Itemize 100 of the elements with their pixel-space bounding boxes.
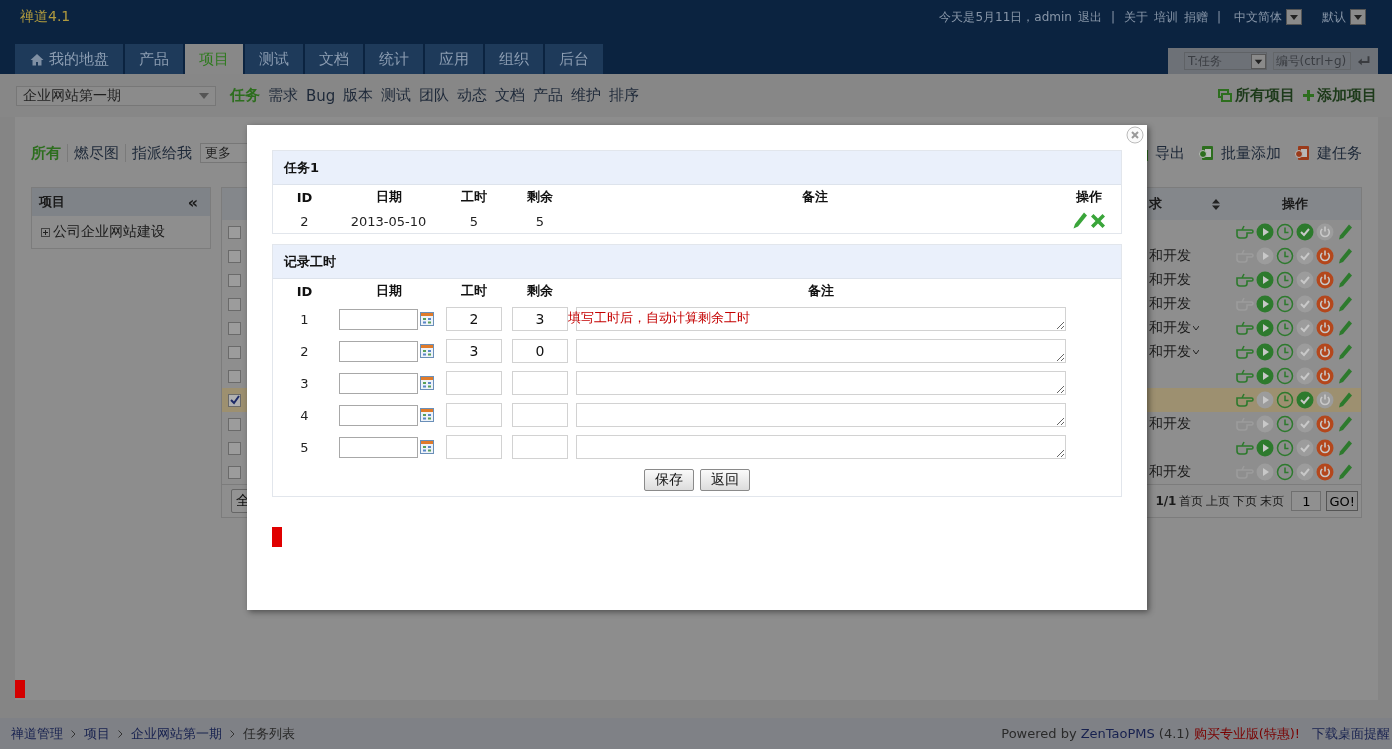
nav-tab[interactable]: 文档 (305, 44, 363, 74)
nav-tab[interactable]: 后台 (545, 44, 603, 74)
date-field[interactable] (339, 308, 418, 330)
note-field[interactable] (576, 435, 1066, 459)
delete-icon[interactable] (1090, 213, 1106, 229)
remaining-field[interactable] (512, 403, 568, 427)
hand-icon[interactable] (1236, 271, 1254, 289)
power-icon[interactable] (1316, 367, 1334, 385)
hand-icon[interactable] (1236, 319, 1254, 337)
play-icon[interactable] (1256, 271, 1274, 289)
header-link[interactable]: 培训 (1153, 8, 1178, 26)
task-action-link[interactable]: 批量添加 (1221, 143, 1281, 163)
buy-link[interactable]: 购买专业版(特惠)! (1193, 724, 1300, 743)
expand-toggle-icon[interactable] (41, 227, 50, 237)
clock-icon[interactable] (1276, 247, 1294, 265)
pencil-icon[interactable] (1336, 343, 1354, 361)
clock-icon[interactable] (1276, 415, 1294, 433)
sort-icon[interactable] (1212, 198, 1220, 210)
play-icon[interactable] (1256, 223, 1274, 241)
power-icon[interactable] (1316, 247, 1334, 265)
clock-icon[interactable] (1276, 223, 1294, 241)
play-icon[interactable] (1256, 247, 1274, 265)
calendar-icon[interactable] (420, 408, 434, 422)
hours-field[interactable] (446, 403, 502, 427)
power-icon[interactable] (1316, 271, 1334, 289)
nav-tab[interactable]: 产品 (125, 44, 183, 74)
play-icon[interactable] (1256, 343, 1274, 361)
module-link[interactable]: 排序 (609, 86, 640, 105)
clock-icon[interactable] (1276, 367, 1294, 385)
dropdown-label[interactable]: 默认 (1322, 8, 1346, 26)
module-link[interactable]: 版本 (343, 86, 374, 105)
clock-icon[interactable] (1276, 463, 1294, 481)
play-icon[interactable] (1256, 415, 1274, 433)
calendar-icon[interactable] (420, 440, 434, 454)
row-checkbox[interactable] (228, 465, 241, 479)
pencil-icon[interactable] (1336, 463, 1354, 481)
play-icon[interactable] (1256, 439, 1274, 457)
power-icon[interactable] (1316, 319, 1334, 337)
row-checkbox[interactable] (228, 225, 241, 239)
hours-field[interactable]: 2 (446, 307, 502, 331)
module-link[interactable]: 测试 (381, 86, 412, 105)
check-icon[interactable] (1296, 319, 1314, 337)
task-action-link[interactable]: 导出 (1155, 143, 1185, 163)
header-link[interactable]: 退出 (1077, 8, 1102, 26)
task-action-link[interactable]: 建任务 (1317, 143, 1362, 163)
header-link[interactable]: 捐赠 (1183, 8, 1208, 26)
date-field[interactable] (339, 340, 418, 362)
page-field[interactable]: 1 (1291, 491, 1322, 511)
date-field[interactable] (339, 372, 418, 394)
calendar-icon[interactable] (420, 344, 434, 358)
nav-tab[interactable]: 组织 (485, 44, 543, 74)
power-icon[interactable] (1316, 223, 1334, 241)
module-link[interactable]: 团队 (419, 86, 450, 105)
check-icon[interactable] (1296, 463, 1314, 481)
row-checkbox[interactable] (228, 441, 241, 455)
collapse-toggle[interactable]: « (187, 192, 198, 212)
pencil-icon[interactable] (1072, 212, 1088, 230)
nav-tab[interactable]: 应用 (425, 44, 483, 74)
pencil-icon[interactable] (1336, 391, 1354, 409)
row-checkbox[interactable] (228, 393, 241, 407)
row-checkbox[interactable] (228, 297, 241, 311)
power-icon[interactable] (1316, 343, 1334, 361)
project-select[interactable]: 企业网站第一期 (16, 85, 216, 106)
hand-icon[interactable] (1236, 223, 1254, 241)
clock-icon[interactable] (1276, 439, 1294, 457)
note-field[interactable] (576, 371, 1066, 395)
download-link[interactable]: 下载桌面提醒 (1312, 724, 1390, 743)
pencil-icon[interactable] (1336, 271, 1354, 289)
calendar-icon[interactable] (420, 312, 434, 326)
power-icon[interactable] (1316, 415, 1334, 433)
tree-item[interactable]: 公司企业网站建设 (53, 223, 165, 241)
project-action-link[interactable]: 所有项目 (1235, 86, 1295, 105)
hours-field[interactable]: 3 (446, 339, 502, 363)
remaining-field[interactable]: 0 (512, 339, 568, 363)
row-checkbox[interactable] (228, 369, 241, 383)
pencil-icon[interactable] (1336, 247, 1354, 265)
check-icon[interactable] (1296, 391, 1314, 409)
row-checkbox[interactable] (228, 417, 241, 431)
pencil-icon[interactable] (1336, 223, 1354, 241)
row-checkbox[interactable] (228, 249, 241, 263)
app-logo[interactable]: 禅道4.1 (20, 8, 71, 26)
power-icon[interactable] (1316, 391, 1334, 409)
calendar-icon[interactable] (420, 376, 434, 390)
hand-icon[interactable] (1236, 391, 1254, 409)
nav-tab[interactable]: 测试 (245, 44, 303, 74)
clock-icon[interactable] (1276, 319, 1294, 337)
project-action-link[interactable]: 添加项目 (1317, 86, 1377, 105)
module-link[interactable]: 文档 (495, 86, 526, 105)
column-header[interactable]: 求 (1149, 195, 1162, 213)
row-checkbox[interactable] (228, 345, 241, 359)
enter-icon[interactable] (1356, 55, 1370, 67)
filter-tab[interactable]: 燃尽图 (74, 143, 119, 163)
nav-tab[interactable]: 我的地盘 (15, 44, 123, 74)
power-icon[interactable] (1316, 295, 1334, 313)
check-icon[interactable] (1296, 271, 1314, 289)
pencil-icon[interactable] (1336, 367, 1354, 385)
pager-link[interactable]: 下页 (1233, 492, 1258, 510)
module-link[interactable]: 需求 (268, 86, 298, 105)
play-icon[interactable] (1256, 295, 1274, 313)
header-link[interactable]: 关于 (1123, 8, 1148, 26)
